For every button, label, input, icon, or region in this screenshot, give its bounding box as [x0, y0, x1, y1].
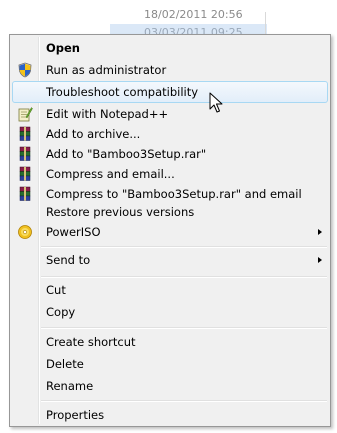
menu-item-label: Troubleshoot compatibility: [46, 85, 199, 99]
menu-item-add-to-archive[interactable]: Add to archive...: [12, 123, 328, 145]
menu-separator: [41, 327, 327, 329]
submenu-arrow-icon: [318, 257, 322, 263]
winrar-icon: [17, 186, 33, 202]
menu-item-troubleshoot-compatibility[interactable]: Troubleshoot compatibility: [12, 81, 328, 103]
menu-item-label: Compress and email...: [46, 167, 175, 181]
menu-item-label: Edit with Notepad++: [46, 107, 169, 121]
menu-item-run-as-administrator[interactable]: Run as administrator: [12, 59, 328, 81]
menu-item-send-to[interactable]: Send to: [12, 249, 328, 271]
menu-item-label: Send to: [46, 253, 91, 267]
submenu-arrow-icon: [318, 229, 322, 235]
menu-item-properties[interactable]: Properties: [12, 404, 328, 426]
notepad-plus-plus-icon: [17, 106, 33, 122]
menu-item-edit-with-notepad-plus-plus[interactable]: Edit with Notepad++: [12, 103, 328, 125]
menu-item-label: Add to archive...: [46, 127, 141, 141]
menu-item-label: Add to "Bamboo3Setup.rar": [46, 147, 207, 161]
menu-item-label: Restore previous versions: [46, 205, 195, 219]
uac-shield-icon: [17, 62, 33, 78]
menu-item-label: Properties: [46, 408, 105, 422]
menu-item-label: PowerISO: [46, 225, 101, 239]
menu-item-label: Rename: [46, 379, 94, 393]
menu-separator: [41, 400, 327, 402]
menu-item-cut[interactable]: Cut: [12, 279, 328, 301]
winrar-icon: [17, 166, 33, 182]
menu-item-open[interactable]: Open: [12, 37, 328, 59]
background-file-list: 18/02/2011 20:56 03/03/2011 09:25: [110, 0, 267, 42]
menu-item-label: Delete: [46, 357, 84, 371]
menu-item-add-to-named-rar[interactable]: Add to "Bamboo3Setup.rar": [12, 143, 328, 165]
winrar-icon: [17, 126, 33, 142]
menu-item-label: Copy: [46, 305, 76, 319]
file-date: 18/02/2011 20:56: [144, 8, 243, 21]
list-divider: [265, 12, 266, 36]
poweriso-icon: [17, 224, 33, 240]
menu-separator: [41, 276, 327, 278]
menu-item-label: Run as administrator: [46, 63, 167, 77]
context-menu: Open Run as administrator Troubleshoot c…: [9, 34, 331, 427]
menu-item-label: Cut: [46, 283, 66, 297]
menu-separator: [41, 246, 327, 248]
menu-item-compress-and-email[interactable]: Compress and email...: [12, 163, 328, 185]
menu-item-label: Open: [46, 41, 80, 55]
menu-item-poweriso[interactable]: PowerISO: [12, 221, 328, 243]
menu-item-create-shortcut[interactable]: Create shortcut: [12, 331, 328, 353]
menu-item-rename[interactable]: Rename: [12, 375, 328, 397]
winrar-icon: [17, 146, 33, 162]
mouse-pointer-icon: [209, 92, 223, 113]
menu-item-label: Create shortcut: [46, 335, 136, 349]
menu-item-delete[interactable]: Delete: [12, 353, 328, 375]
menu-item-copy[interactable]: Copy: [12, 301, 328, 323]
menu-item-restore-previous-versions[interactable]: Restore previous versions: [12, 201, 328, 223]
